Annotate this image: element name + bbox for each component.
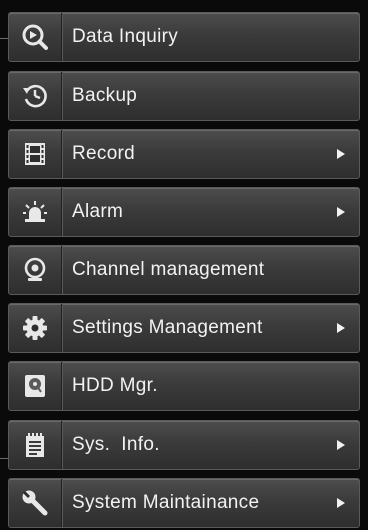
menu-item-settings-management[interactable]: Settings Management xyxy=(8,303,360,353)
gear-icon xyxy=(9,304,62,352)
menu-item-label: Alarm xyxy=(72,201,124,222)
menu-connector-line xyxy=(0,38,8,39)
main-menu: Data Inquiry Backup Record Alarm Channel… xyxy=(0,0,368,530)
menu-item-hdd-mgr[interactable]: HDD Mgr. xyxy=(8,361,360,411)
submenu-arrow-icon xyxy=(337,323,345,333)
menu-item-label: Backup xyxy=(72,85,138,106)
film-icon xyxy=(9,130,62,178)
wrench-icon xyxy=(9,479,62,527)
hard-disk-icon xyxy=(9,362,62,410)
menu-item-label: Sys. Info. xyxy=(72,434,160,455)
menu-item-system-maintainance[interactable]: System Maintainance xyxy=(8,478,360,528)
menu-item-alarm[interactable]: Alarm xyxy=(8,187,360,237)
backup-clock-icon xyxy=(9,72,62,120)
magnifier-icon xyxy=(9,13,62,61)
submenu-arrow-icon xyxy=(337,498,345,508)
menu-item-label: Settings Management xyxy=(72,317,263,338)
alarm-siren-icon xyxy=(9,188,62,236)
submenu-arrow-icon xyxy=(337,440,345,450)
menu-item-label: System Maintainance xyxy=(72,492,260,513)
menu-item-sys-info[interactable]: Sys. Info. xyxy=(8,420,360,470)
menu-item-channel-management[interactable]: Channel management xyxy=(8,245,360,295)
menu-item-data-inquiry[interactable]: Data Inquiry xyxy=(8,12,360,62)
menu-item-label: Record xyxy=(72,143,136,164)
submenu-arrow-icon xyxy=(337,149,345,159)
menu-item-label: HDD Mgr. xyxy=(72,375,158,396)
menu-item-backup[interactable]: Backup xyxy=(8,71,360,121)
camera-icon xyxy=(9,246,62,294)
notepad-icon xyxy=(9,421,62,469)
submenu-arrow-icon xyxy=(337,207,345,217)
menu-item-label: Channel management xyxy=(72,259,265,280)
menu-item-record[interactable]: Record xyxy=(8,129,360,179)
menu-item-label: Data Inquiry xyxy=(72,26,179,47)
menu-connector-line xyxy=(0,458,8,459)
